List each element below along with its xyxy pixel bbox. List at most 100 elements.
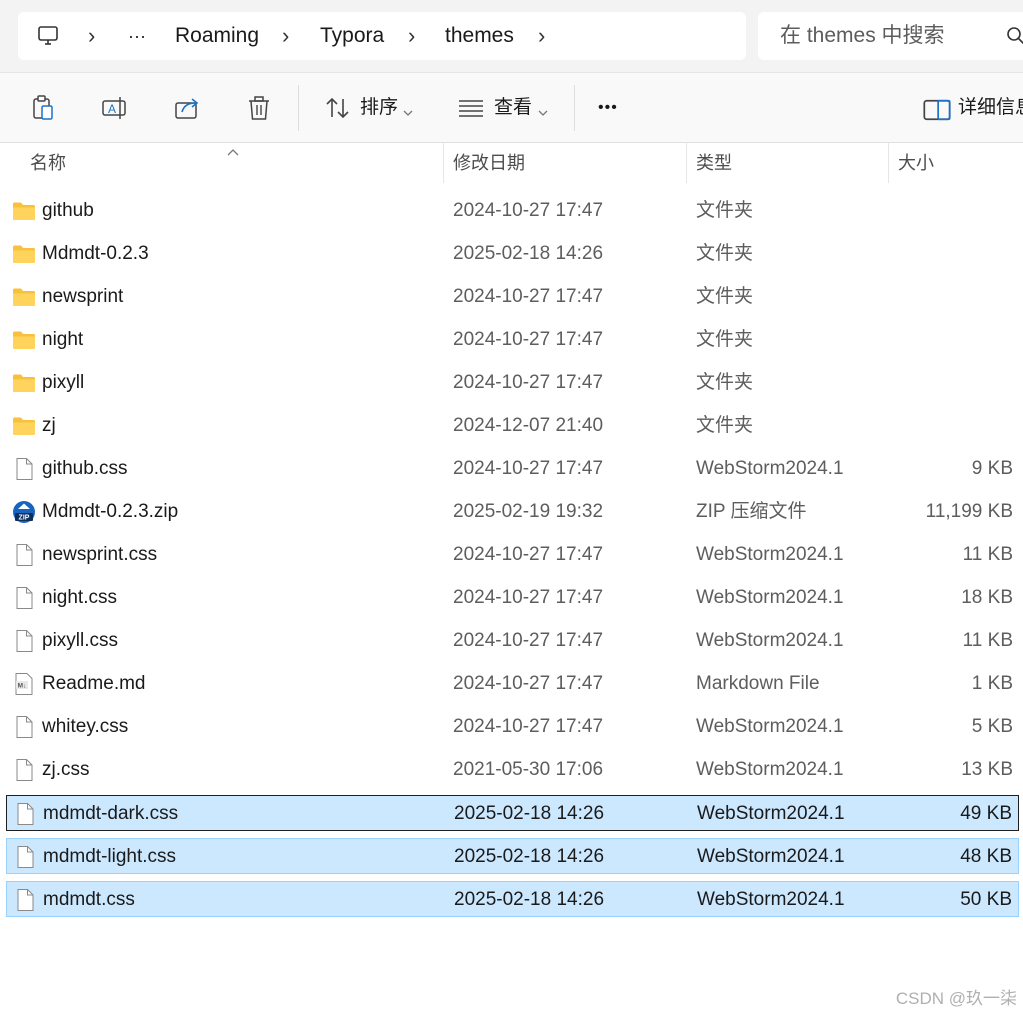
file-date: 2025-02-19 19:32 — [453, 501, 604, 522]
file-row[interactable]: pixyll.css 2024-10-27 17:47 WebStorm2024.1… — [6, 623, 1019, 659]
file-name: mdmdt.css — [43, 889, 135, 910]
file-name: zj — [42, 415, 56, 436]
file-date: 2025-02-18 14:26 — [454, 846, 605, 867]
file-row[interactable]: night.css 2024-10-27 17:47 WebStorm2024.1 1… — [6, 580, 1019, 616]
chevron-right-icon[interactable]: › — [538, 12, 545, 60]
breadcrumb-overflow[interactable]: ··· — [128, 12, 146, 60]
file-icon — [12, 758, 36, 782]
chevron-right-icon[interactable]: › — [88, 12, 95, 60]
chevron-right-icon[interactable]: › — [282, 12, 289, 60]
file-row[interactable]: zj.css 2021-05-30 17:06 WebStorm2024.1 13 K… — [6, 752, 1019, 788]
sort-button[interactable]: 排序 — [360, 73, 398, 142]
column-header-date[interactable]: 修改日期 — [453, 143, 525, 183]
file-size: 11 KB — [962, 544, 1013, 565]
file-name: whitey.css — [42, 716, 129, 737]
file-type: 文件夹 — [696, 286, 754, 307]
breadcrumb-typora[interactable]: Typora — [320, 12, 384, 60]
file-row[interactable]: whitey.css 2024-10-27 17:47 WebStorm2024.1… — [6, 709, 1019, 745]
view-button[interactable]: 查看 — [494, 73, 532, 142]
file-row[interactable]: newsprint.css 2024-10-27 17:47 WebStorm202… — [6, 537, 1019, 573]
file-date: 2024-10-27 17:47 — [453, 673, 604, 694]
file-date: 2025-02-18 14:26 — [453, 243, 604, 264]
chevron-down-icon[interactable] — [538, 104, 548, 116]
file-date: 2025-02-18 14:26 — [454, 803, 605, 824]
breadcrumb-roaming[interactable]: Roaming — [175, 12, 259, 60]
search-icon[interactable] — [1006, 26, 1023, 46]
paste-icon[interactable] — [28, 93, 58, 123]
markdown-icon: M↓ — [12, 672, 36, 696]
file-type: WebStorm2024.1 — [697, 803, 845, 824]
rename-icon[interactable]: A — [100, 93, 130, 123]
file-row[interactable]: newsprint 2024-10-27 17:47 文件夹 — [6, 279, 1019, 315]
file-type: WebStorm2024.1 — [696, 759, 844, 780]
file-type: 文件夹 — [696, 372, 754, 393]
file-row[interactable]: zj 2024-12-07 21:40 文件夹 — [6, 408, 1019, 444]
file-date: 2024-10-27 17:47 — [453, 329, 604, 350]
search-placeholder: 在 themes 中搜索 — [780, 24, 945, 47]
file-row[interactable]: mdmdt-light.css 2025-02-18 14:26 WebStorm2… — [6, 838, 1019, 874]
sort-icon[interactable] — [323, 93, 353, 123]
file-type: ZIP 压缩文件 — [696, 501, 807, 522]
file-icon — [12, 543, 36, 567]
share-icon[interactable] — [172, 93, 202, 123]
file-size: 50 KB — [960, 889, 1012, 910]
folder-icon — [12, 199, 36, 223]
column-header-type[interactable]: 类型 — [696, 143, 732, 183]
file-date: 2024-10-27 17:47 — [453, 587, 604, 608]
file-name: mdmdt-light.css — [43, 846, 177, 867]
file-type: WebStorm2024.1 — [696, 544, 844, 565]
file-name: mdmdt-dark.css — [43, 803, 179, 824]
file-name: Mdmdt-0.2.3.zip — [42, 501, 179, 522]
file-icon — [12, 457, 36, 481]
file-type: 文件夹 — [696, 243, 754, 264]
search-box[interactable]: 在 themes 中搜索 — [758, 12, 1023, 60]
this-pc-icon[interactable] — [36, 24, 60, 48]
file-size: 18 KB — [961, 587, 1013, 608]
sort-ascending-icon — [227, 143, 239, 156]
watermark: CSDN @玖一柒 — [895, 989, 1017, 1008]
file-row[interactable]: ZIP Mdmdt-0.2.3.zip 2025-02-19 19:32 ZIP 压缩… — [6, 494, 1019, 530]
file-type: WebStorm2024.1 — [696, 630, 844, 651]
column-header-size[interactable]: 大小 — [898, 143, 934, 183]
file-name: night.css — [42, 587, 117, 608]
file-row[interactable]: mdmdt.css 2025-02-18 14:26 WebStorm2024.1 5… — [6, 881, 1019, 917]
column-header-name[interactable]: 名称 — [30, 143, 66, 183]
svg-text:ZIP: ZIP — [19, 515, 30, 522]
file-name: pixyll — [42, 372, 85, 393]
file-type: WebStorm2024.1 — [696, 716, 844, 737]
breadcrumb-themes[interactable]: themes — [445, 12, 514, 60]
chevron-down-icon[interactable] — [403, 104, 413, 116]
file-row[interactable]: M↓ Readme.md 2024-10-27 17:47 Markdown File… — [6, 666, 1019, 702]
more-options-icon[interactable]: ••• — [598, 73, 618, 142]
column-divider[interactable] — [443, 143, 444, 183]
column-divider[interactable] — [686, 143, 687, 183]
file-row[interactable]: mdmdt-dark.css 2025-02-18 14:26 WebStorm20… — [6, 795, 1019, 831]
details-pane-icon[interactable] — [922, 95, 951, 121]
toolbar-divider — [574, 85, 575, 131]
file-icon — [13, 888, 37, 912]
folder-icon — [12, 414, 36, 438]
column-divider[interactable] — [888, 143, 889, 183]
delete-icon[interactable] — [244, 93, 274, 123]
file-row[interactable]: pixyll 2024-10-27 17:47 文件夹 — [6, 365, 1019, 401]
file-icon — [12, 715, 36, 739]
file-type: WebStorm2024.1 — [696, 458, 844, 479]
details-button[interactable]: 详细信息 — [958, 73, 1023, 142]
file-name: newsprint.css — [42, 544, 158, 565]
file-row[interactable]: github 2024-10-27 17:47 文件夹 — [6, 193, 1019, 229]
file-name: Mdmdt-0.2.3 — [42, 243, 149, 264]
file-date: 2024-10-27 17:47 — [453, 200, 604, 221]
command-bar: A 排序 查看 ••• 详细信息 — [0, 73, 1023, 143]
file-date: 2024-10-27 17:47 — [453, 716, 604, 737]
file-row[interactable]: night 2024-10-27 17:47 文件夹 — [6, 322, 1019, 358]
file-date: 2024-12-07 21:40 — [453, 415, 604, 436]
file-type: 文件夹 — [696, 329, 754, 350]
view-icon[interactable] — [456, 93, 486, 123]
file-row[interactable]: github.css 2024-10-27 17:47 WebStorm2024.1… — [6, 451, 1019, 487]
address-bar[interactable]: › ··· Roaming › Typora › themes › — [18, 12, 746, 60]
chevron-right-icon[interactable]: › — [408, 12, 415, 60]
file-date: 2024-10-27 17:47 — [453, 372, 604, 393]
file-name: newsprint — [42, 286, 124, 307]
file-row[interactable]: Mdmdt-0.2.3 2025-02-18 14:26 文件夹 — [6, 236, 1019, 272]
file-date: 2024-10-27 17:47 — [453, 458, 604, 479]
